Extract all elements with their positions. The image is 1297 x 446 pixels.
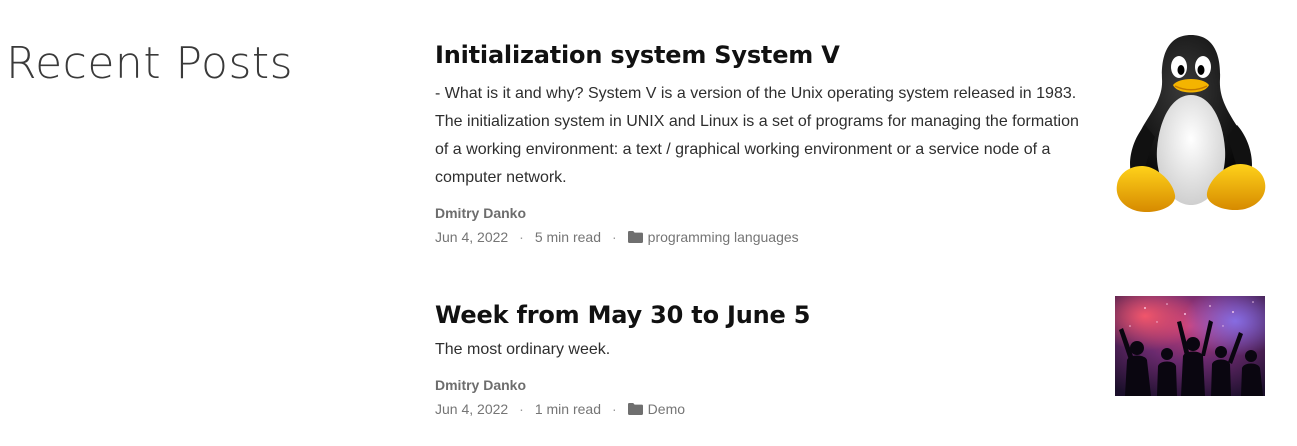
folder-icon [627, 403, 643, 415]
post-category-link[interactable]: programming languages [648, 227, 799, 247]
meta-separator: · [612, 401, 617, 417]
post-read-time: 1 min read [534, 401, 601, 417]
post-card: Initialization system System V - What is… [435, 38, 1095, 247]
post-meta: Jun 4, 2022 · 1 min read · Demo [435, 399, 1095, 419]
post-author-link[interactable]: Dmitry Danko [435, 203, 1095, 223]
post-category-link[interactable]: Demo [648, 399, 685, 419]
post-excerpt: The most ordinary week. [435, 341, 611, 358]
party-crowd-image[interactable] [1115, 296, 1265, 396]
post-meta: Jun 4, 2022 · 5 min read · programming l… [435, 227, 1095, 247]
post-title-link[interactable]: Initialization system System V [435, 38, 1095, 72]
post-read-time: 5 min read [534, 229, 601, 245]
post-date: Jun 4, 2022 [435, 401, 509, 417]
post-card: Week from May 30 to June 5 The most ordi… [435, 298, 1095, 419]
folder-icon [627, 231, 643, 243]
section-title: Recent Posts [6, 38, 294, 89]
linux-penguin-image[interactable] [1115, 33, 1267, 215]
meta-separator: · [612, 229, 617, 245]
meta-separator: · [519, 401, 524, 417]
meta-separator: · [519, 229, 524, 245]
post-date: Jun 4, 2022 [435, 229, 509, 245]
post-author-link[interactable]: Dmitry Danko [435, 375, 1095, 395]
post-title-link[interactable]: Week from May 30 to June 5 [435, 298, 1095, 332]
post-excerpt: - What is it and why? System V is a vers… [435, 85, 1079, 186]
